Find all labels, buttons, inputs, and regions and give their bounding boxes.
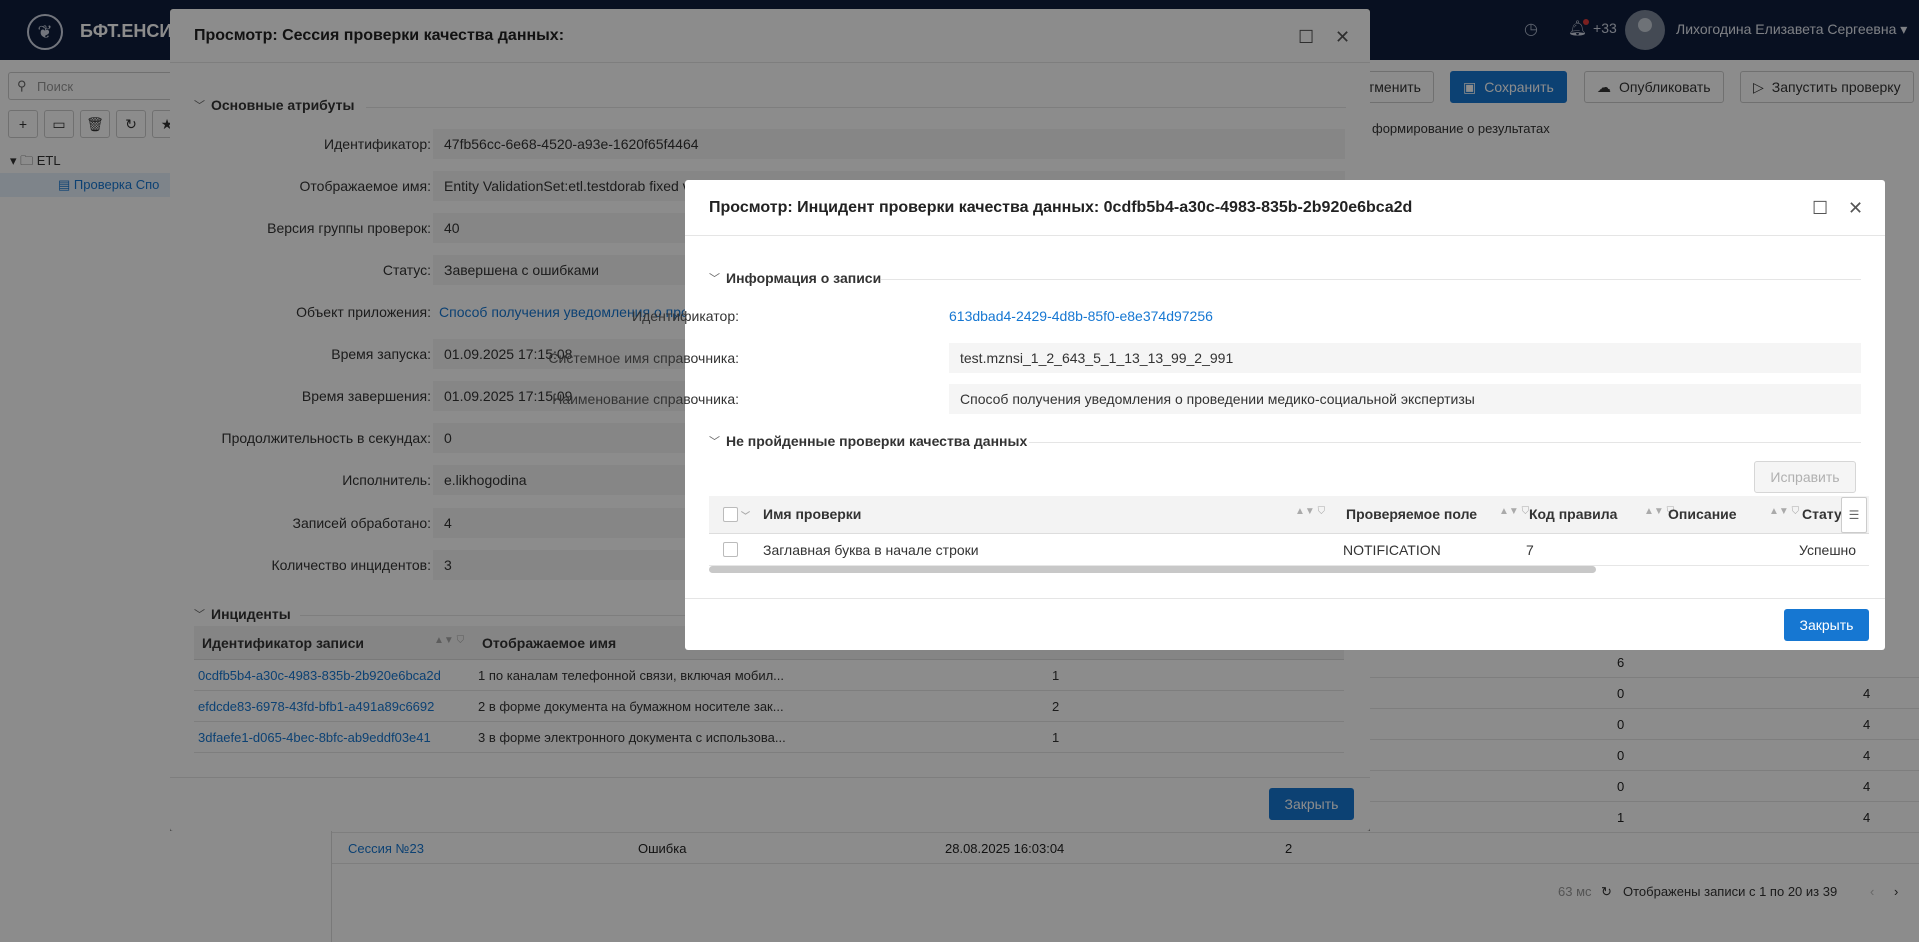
- column-header[interactable]: Код правила: [1529, 506, 1617, 522]
- dictionary-name-value: Способ получения уведомления о проведени…: [949, 384, 1861, 414]
- sort-icon[interactable]: ▲▼ ⛉: [1295, 506, 1325, 517]
- section-record-info[interactable]: ﹀ Информация о записи: [709, 270, 881, 286]
- check-status: Успешно: [1799, 542, 1857, 558]
- check-field: NOTIFICATION: [1343, 542, 1441, 558]
- check-name: Заглавная буква в начале строки: [763, 542, 979, 558]
- checks-table-header: ﹀ Имя проверки ▲▼ ⛉ Проверяемое поле ▲▼ …: [709, 496, 1869, 534]
- close-button[interactable]: Закрыть: [1784, 609, 1869, 641]
- dialog-title: Просмотр: Инцидент проверки качества дан…: [709, 199, 1413, 216]
- chevron-down-icon: ﹀: [709, 273, 720, 285]
- system-name-value: test.mznsi_1_2_643_5_1_13_13_99_2_991: [949, 343, 1861, 373]
- fix-button[interactable]: Исправить: [1754, 461, 1856, 493]
- field-label: Наименование справочника:: [552, 391, 739, 407]
- column-menu-icon[interactable]: ☰: [1841, 497, 1867, 533]
- divider: [685, 235, 1885, 236]
- divider: [685, 598, 1885, 599]
- field-label: Системное имя справочника:: [548, 350, 739, 366]
- column-header[interactable]: Описание: [1668, 506, 1737, 522]
- chevron-down-icon: ﹀: [709, 436, 720, 448]
- incident-dialog: Просмотр: Инцидент проверки качества дан…: [548, 180, 1885, 650]
- maximize-icon[interactable]: ☐: [1812, 198, 1828, 218]
- section-line: [881, 279, 1861, 280]
- section-title: Информация о записи: [726, 270, 882, 286]
- sort-icon[interactable]: ▲▼ ⛉: [1499, 506, 1529, 517]
- row-checkbox[interactable]: [723, 542, 738, 557]
- table-row[interactable]: Заглавная буква в начале строки NOTIFICA…: [709, 534, 1869, 566]
- rule-code: 7: [1526, 542, 1534, 558]
- section-failed-checks[interactable]: ﹀ Не пройденные проверки качества данных: [709, 433, 1027, 449]
- record-id-link[interactable]: 613dbad4-2429-4d8b-85f0-e8e374d97256: [943, 301, 1861, 331]
- close-icon[interactable]: ✕: [1848, 198, 1863, 218]
- chevron-down-icon[interactable]: ﹀: [741, 509, 750, 522]
- section-line: [1029, 442, 1861, 443]
- column-header[interactable]: Имя проверки: [763, 506, 861, 522]
- select-all-checkbox[interactable]: [723, 507, 738, 522]
- sort-icon[interactable]: ▲▼ ⛉: [1769, 506, 1799, 517]
- field-label: Идентификатор:: [632, 308, 739, 324]
- column-header[interactable]: Проверяемое поле: [1346, 506, 1477, 522]
- horizontal-scrollbar[interactable]: [709, 566, 1596, 573]
- section-title: Не пройденные проверки качества данных: [726, 433, 1028, 449]
